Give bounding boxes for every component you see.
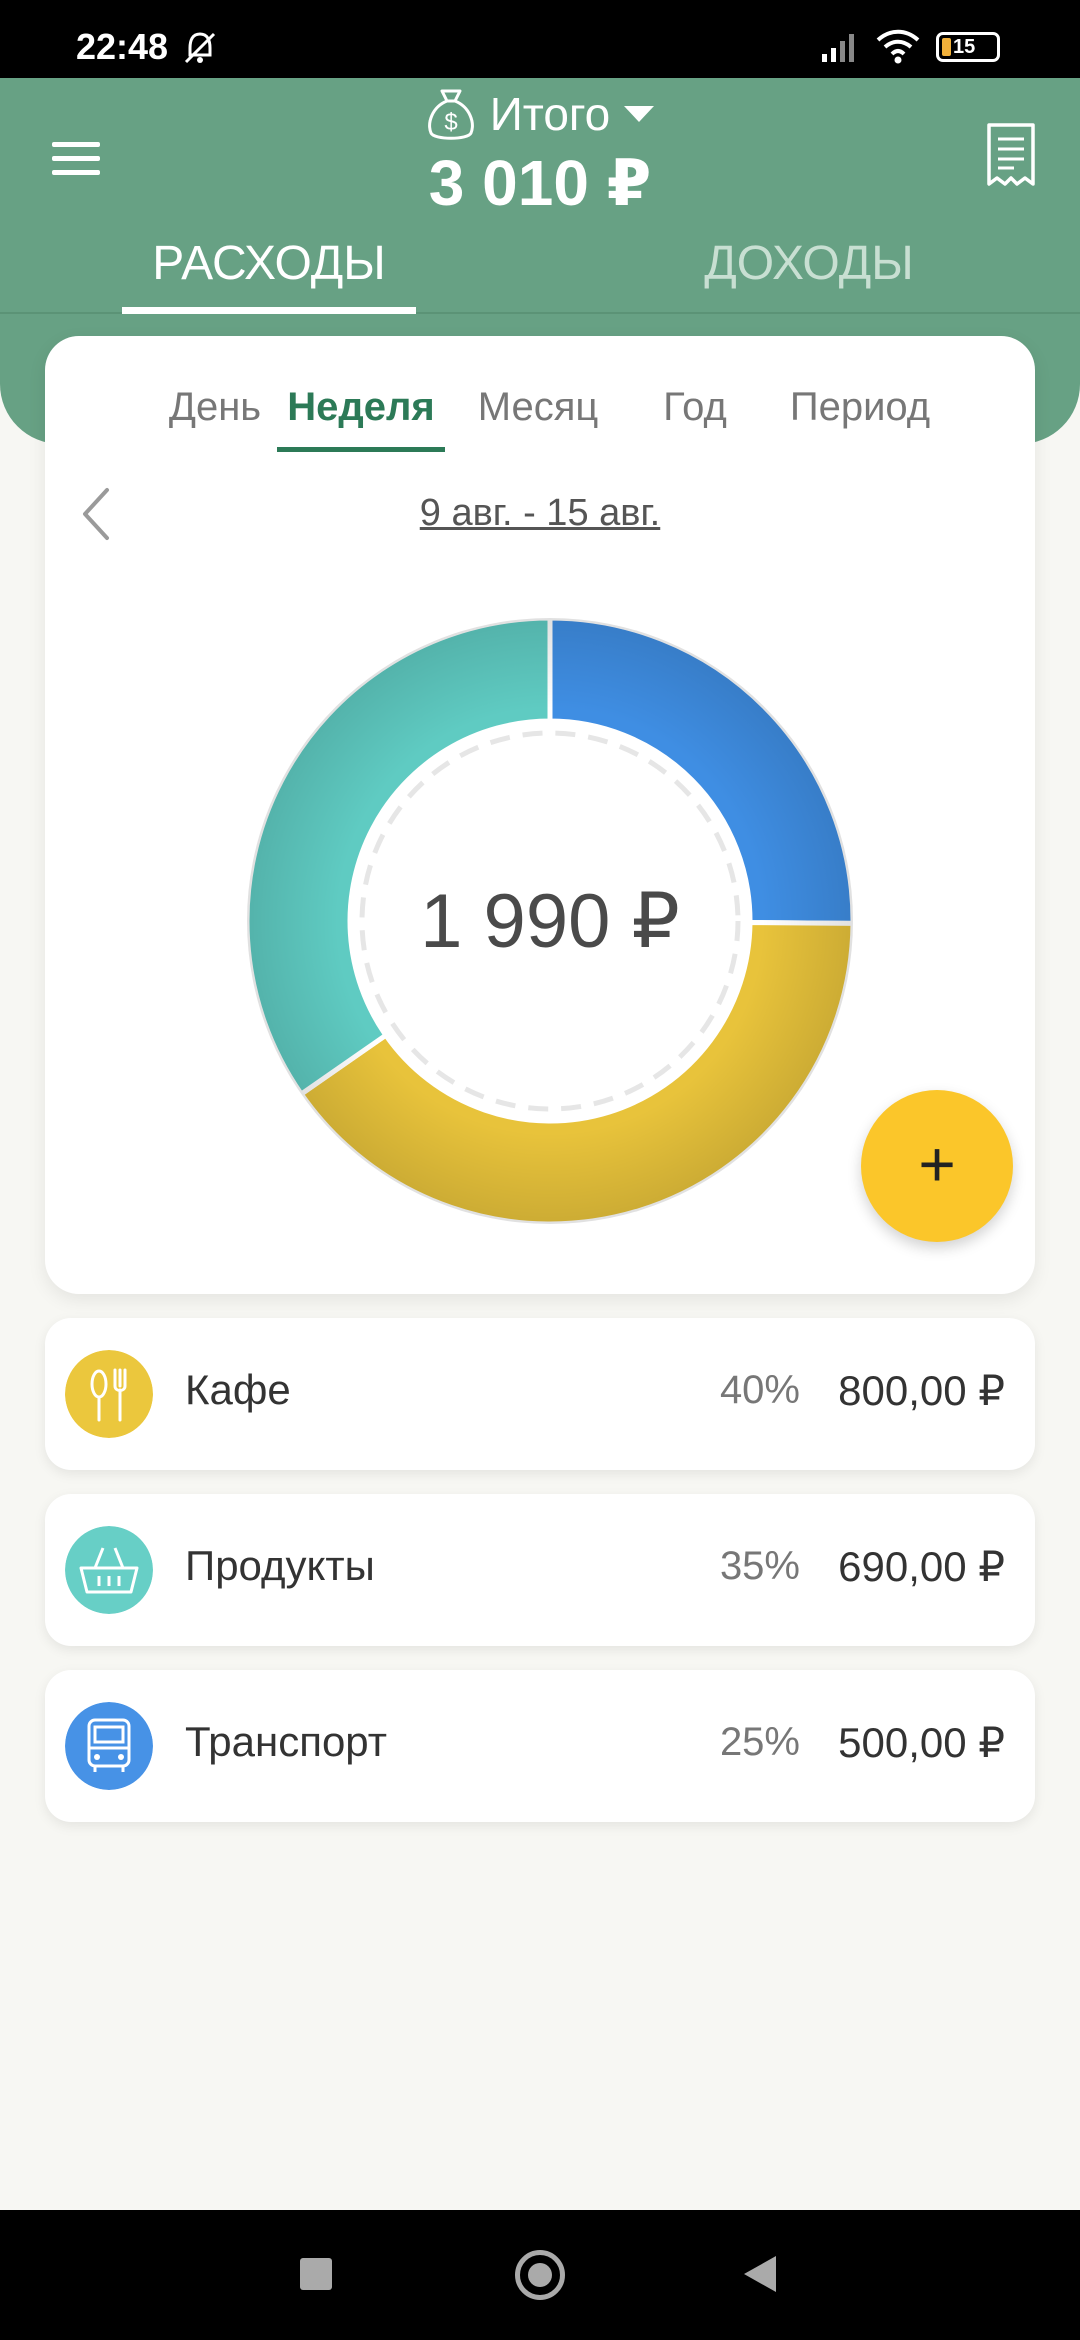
category-amount: 690,00 ₽ <box>838 1543 1005 1590</box>
wallet-title: Итого <box>489 88 611 140</box>
bus-icon <box>65 1702 153 1790</box>
period-tab-day[interactable]: День <box>140 376 290 456</box>
receipt-icon[interactable] <box>984 122 1038 188</box>
grocery-basket-icon <box>65 1526 153 1614</box>
period-tab-custom[interactable]: Период <box>775 376 945 456</box>
system-nav-bar <box>0 2210 1080 2340</box>
wifi-icon <box>876 29 920 64</box>
period-tab-month[interactable]: Месяц <box>463 376 613 456</box>
muted-bell-icon <box>184 32 216 64</box>
recents-button[interactable] <box>300 2258 332 2290</box>
main-tabs: РАСХОДЫ ДОХОДЫ <box>0 224 1080 314</box>
donut-center-total: 1 990 ₽ <box>420 879 680 964</box>
category-row-groceries[interactable]: Продукты 35% 690,00 ₽ <box>45 1494 1035 1646</box>
plus-icon: + <box>918 1128 956 1200</box>
category-row-cafe[interactable]: Кафе 40% 800,00 ₽ <box>45 1318 1035 1470</box>
dropdown-caret-icon <box>624 106 655 122</box>
status-time: 22:48 <box>76 26 169 67</box>
period-tab-week[interactable]: Неделя <box>277 376 445 456</box>
donut-slice-2 <box>297 920 856 1227</box>
category-name: Транспорт <box>185 1718 387 1765</box>
tab-income[interactable]: ДОХОДЫ <box>654 224 964 314</box>
money-bag-icon: $ <box>427 89 474 140</box>
donut-slice-3 <box>244 615 553 1098</box>
total-amount: 3 010 ₽ <box>428 147 652 219</box>
category-percent: 35% <box>719 1544 800 1588</box>
svg-text:$: $ <box>444 109 457 136</box>
category-amount: 500,00 ₽ <box>838 1719 1005 1766</box>
tab-expenses[interactable]: РАСХОДЫ <box>122 224 416 314</box>
wallet-selector[interactable]: $ Итого <box>0 78 1080 150</box>
battery-level: 15 <box>953 36 976 58</box>
add-transaction-button[interactable]: + <box>861 1090 1013 1242</box>
home-button[interactable] <box>515 2250 565 2300</box>
category-percent: 40% <box>719 1368 800 1412</box>
date-range[interactable]: 9 авг. - 15 авг. <box>45 492 1035 535</box>
category-percent: 25% <box>719 1720 800 1764</box>
fork-spoon-icon <box>65 1350 153 1438</box>
back-button[interactable] <box>742 2254 778 2294</box>
category-name: Продукты <box>185 1542 375 1589</box>
battery-icon: 15 <box>936 32 1000 62</box>
category-row-transport[interactable]: Транспорт 25% 500,00 ₽ <box>45 1670 1035 1822</box>
category-amount: 800,00 ₽ <box>838 1367 1005 1414</box>
category-name: Кафе <box>185 1366 291 1413</box>
signal-icon <box>822 34 854 62</box>
period-tab-year[interactable]: Год <box>640 376 750 456</box>
status-bar: 22:48 15 <box>0 0 1080 78</box>
